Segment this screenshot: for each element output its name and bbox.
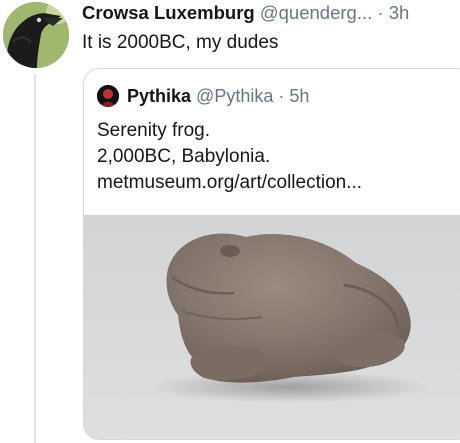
quoted-text-line: 2,000BC, Babylonia. <box>97 146 271 167</box>
quoted-tweet-time[interactable]: 5h <box>289 86 309 106</box>
quoted-author-handle[interactable]: @Pythika <box>196 86 273 106</box>
author-name[interactable]: Crowsa Luxemburg <box>82 2 255 23</box>
quoted-author-name[interactable]: Pythika <box>127 86 191 106</box>
tweet-header: Crowsa Luxemburg @quenderg... · 3h <box>82 1 409 25</box>
quoted-tweet-text: Serenity frog. 2,000BC, Babylonia. metmu… <box>97 118 362 196</box>
crow-avatar-icon <box>3 2 69 68</box>
tweet-time[interactable]: 3h <box>389 2 410 23</box>
quoted-tweet-media[interactable] <box>84 215 460 439</box>
avatar[interactable] <box>3 2 69 68</box>
stone-frog-photo <box>149 233 429 403</box>
pythika-avatar-icon <box>97 85 119 107</box>
quoted-text-line: Serenity frog. <box>97 120 210 141</box>
quoted-text-link[interactable]: metmuseum.org/art/collection... <box>97 170 362 196</box>
quoted-tweet-card[interactable]: Pythika @Pythika · 5h Serenity frog. 2,0… <box>83 68 460 440</box>
quoted-avatar[interactable] <box>97 85 119 107</box>
author-handle[interactable]: @quenderg... <box>260 2 372 23</box>
separator-dot: · <box>377 2 384 23</box>
thread-line <box>34 74 36 443</box>
tweet-text: It is 2000BC, my dudes <box>82 32 279 53</box>
quoted-separator-dot: · <box>278 86 285 106</box>
quoted-tweet-header: Pythika @Pythika · 5h <box>97 84 309 108</box>
